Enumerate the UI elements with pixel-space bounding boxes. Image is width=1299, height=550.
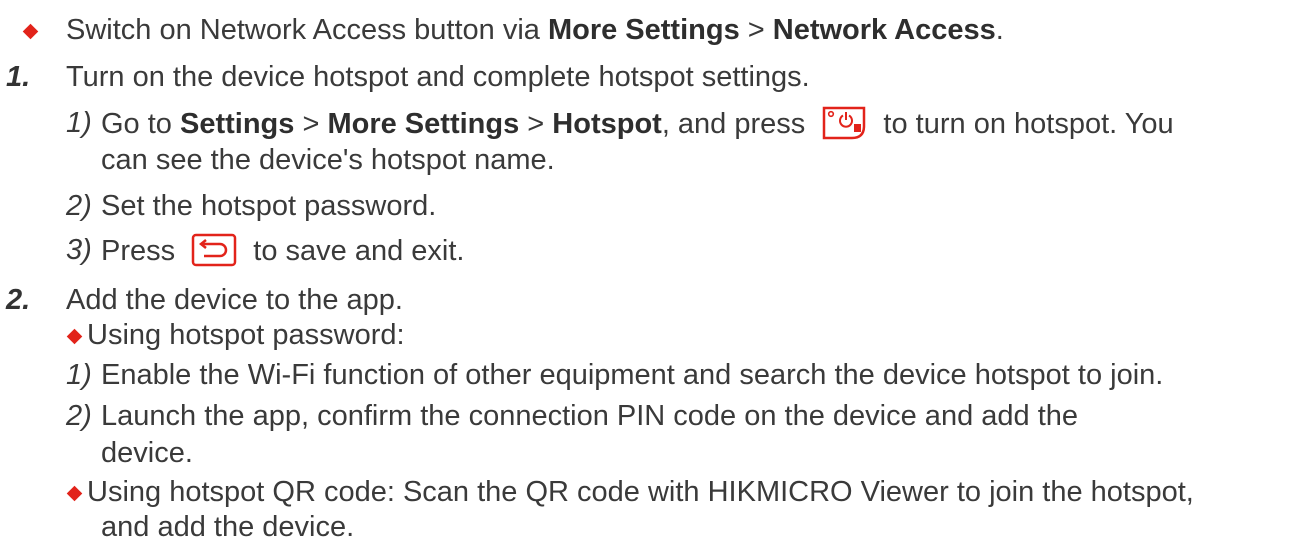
substep-3-line: Press to save and exit.	[101, 233, 464, 275]
substep-text: to save and exit.	[253, 235, 465, 267]
option-a-label: Using hotspot password:	[87, 319, 405, 351]
step-number: 2.	[6, 284, 31, 316]
separator: >	[519, 108, 553, 140]
substep-1-line-2: can see the device's hotspot name.	[101, 144, 555, 176]
substep-number: 2)	[66, 190, 92, 222]
substep-1-line-1: Go to Settings > More Settings > Hotspot…	[101, 106, 1174, 148]
option-b-line-2: and add the device.	[101, 511, 355, 543]
more-settings-label: More Settings	[547, 14, 740, 46]
substep-number: 1)	[66, 359, 92, 391]
substep-2-text: Set the hotspot password.	[101, 190, 437, 222]
bullet-diamond-icon	[66, 328, 83, 345]
step-2-text: Add the device to the app.	[66, 284, 403, 316]
back-exit-icon	[191, 233, 237, 275]
substep-number: 3)	[66, 234, 92, 266]
settings-label: Settings	[180, 108, 295, 140]
more-settings-label: More Settings	[327, 108, 520, 140]
option-a-step-1: Enable the Wi-Fi function of other equip…	[101, 359, 1164, 391]
bullet-diamond-icon	[66, 485, 83, 502]
period: .	[995, 14, 1004, 46]
separator: >	[294, 108, 328, 140]
substep-text: , and press	[661, 108, 806, 140]
option-b-line-1: Using hotspot QR code: Scan the QR code …	[87, 476, 1194, 508]
substep-number: 1)	[66, 107, 92, 139]
hotspot-power-icon	[821, 106, 867, 148]
bullet-diamond-icon	[22, 23, 39, 40]
step-number: 1.	[6, 61, 31, 93]
option-a-step-2-line-2: device.	[101, 437, 193, 469]
substep-text: to turn on hotspot. You	[883, 108, 1174, 140]
step-1-text: Turn on the device hotspot and complete …	[66, 61, 810, 93]
prereq-text: Switch on Network Access button via	[66, 14, 548, 46]
option-a-step-2-line-1: Launch the app, confirm the connection P…	[101, 400, 1079, 432]
separator: >	[739, 14, 773, 46]
hotspot-label: Hotspot	[552, 108, 662, 140]
substep-text: Press	[101, 235, 176, 267]
manual-page: Switch on Network Access button via More…	[0, 0, 1299, 550]
network-access-label: Network Access	[772, 14, 996, 46]
substep-number: 2)	[66, 400, 92, 432]
substep-text: Go to	[101, 108, 180, 140]
prereq-line: Switch on Network Access button via More…	[66, 13, 1004, 47]
